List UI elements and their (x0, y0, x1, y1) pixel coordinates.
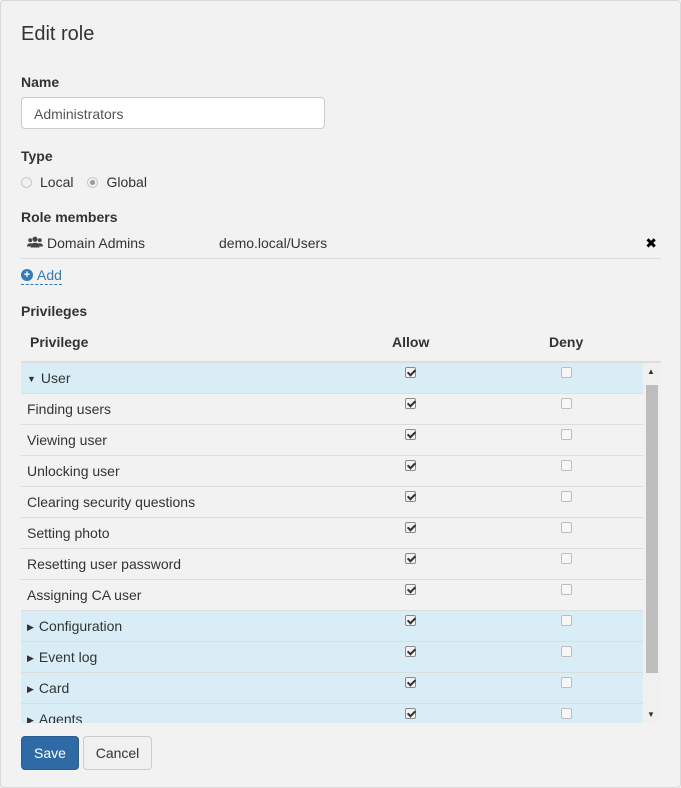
type-local-label[interactable]: Local (40, 174, 73, 190)
privilege-label-text: Event log (38, 649, 98, 665)
caret-right-icon[interactable]: ▶ (27, 622, 34, 633)
privilege-label-text: Assigning CA user (27, 587, 142, 603)
allow-checkbox[interactable] (405, 367, 416, 378)
privilege-label: Setting photo (27, 525, 110, 541)
privilege-label-text: Setting photo (27, 525, 110, 541)
allow-checkbox[interactable] (405, 646, 416, 657)
privilege-group-row[interactable]: ▶ Event log (21, 642, 643, 673)
scroll-down-icon[interactable]: ▼ (647, 710, 655, 719)
allow-checkbox[interactable] (405, 398, 416, 409)
edit-role-dialog: Edit role Name Administrators Type Local… (0, 0, 681, 788)
privilege-label: ▶ Configuration (27, 618, 122, 634)
allow-checkbox[interactable] (405, 491, 416, 502)
privilege-label-text: Clearing security questions (27, 494, 196, 510)
privilege-label-text: Unlocking user (27, 463, 120, 479)
privilege-label: ▶ Agents (27, 711, 83, 723)
deny-checkbox[interactable] (561, 708, 572, 719)
caret-right-icon[interactable]: ▶ (27, 715, 34, 723)
allow-checkbox[interactable] (405, 522, 416, 533)
deny-checkbox[interactable] (561, 398, 572, 409)
allow-checkbox[interactable] (405, 553, 416, 564)
role-members-label: Role members (21, 209, 118, 225)
privilege-row: Assigning CA user (21, 580, 643, 611)
privilege-label-text: Viewing user (27, 432, 107, 448)
privilege-group-row[interactable]: ▶ Card (21, 673, 643, 704)
name-label: Name (21, 74, 60, 90)
privilege-label: Clearing security questions (27, 494, 195, 510)
close-icon[interactable]: ✖ (645, 235, 657, 252)
allow-checkbox[interactable] (405, 615, 416, 626)
member-path: demo.local/Users (219, 235, 328, 251)
privilege-row: Clearing security questions (21, 487, 643, 518)
privilege-label: ▶ Card (27, 680, 69, 696)
member-name: Domain Admins (47, 235, 146, 251)
privilege-row: Resetting user password (21, 549, 643, 580)
deny-checkbox[interactable] (561, 491, 572, 502)
deny-checkbox[interactable] (561, 522, 572, 533)
privilege-label: ▼ User (27, 370, 70, 386)
privilege-label: Assigning CA user (27, 587, 141, 603)
privilege-label-text: Configuration (38, 618, 123, 634)
type-global-label[interactable]: Global (106, 174, 146, 190)
privilege-label-text: Finding users (27, 401, 112, 417)
column-allow: Allow (392, 334, 430, 350)
privilege-label-text: User (40, 370, 71, 386)
dialog-title: Edit role (21, 23, 95, 45)
scroll-up-icon[interactable]: ▲ (647, 367, 655, 376)
caret-right-icon[interactable]: ▶ (27, 653, 34, 664)
privilege-row: Finding users (21, 394, 643, 425)
privilege-row: Setting photo (21, 518, 643, 549)
allow-checkbox[interactable] (405, 429, 416, 440)
plus-circle-icon: + (21, 269, 33, 281)
privilege-label: Unlocking user (27, 463, 120, 479)
privilege-label: Viewing user (27, 432, 107, 448)
deny-checkbox[interactable] (561, 553, 572, 564)
cancel-button[interactable]: Cancel (83, 736, 152, 770)
caret-down-icon[interactable]: ▼ (27, 374, 36, 384)
privilege-label: ▶ Event log (27, 649, 97, 665)
column-privilege: Privilege (30, 334, 89, 350)
deny-checkbox[interactable] (561, 584, 572, 595)
type-label: Type (21, 148, 53, 164)
privilege-row: Unlocking user (21, 456, 643, 487)
privileges-label: Privileges (21, 303, 88, 319)
allow-checkbox[interactable] (405, 677, 416, 688)
privilege-row: Viewing user (21, 425, 643, 456)
deny-checkbox[interactable] (561, 460, 572, 471)
table-scrollbar[interactable]: ▲ ▼ (643, 363, 661, 723)
allow-checkbox[interactable] (405, 460, 416, 471)
privilege-group-row[interactable]: ▼ User (21, 363, 643, 394)
type-global-radio[interactable] (87, 176, 99, 188)
type-radio-group: Local Global (21, 173, 161, 191)
add-member-label: Add (37, 267, 62, 283)
caret-right-icon[interactable]: ▶ (27, 684, 34, 695)
scroll-thumb[interactable] (646, 385, 658, 673)
privilege-group-row[interactable]: ▶ Agents (21, 704, 643, 723)
type-local-radio[interactable] (21, 176, 32, 188)
privilege-label: Finding users (27, 401, 111, 417)
privilege-label: Resetting user password (27, 556, 181, 572)
privilege-label-text: Card (38, 680, 70, 696)
privilege-group-row[interactable]: ▶ Configuration (21, 611, 643, 642)
privilege-label-text: Agents (38, 711, 83, 723)
name-input[interactable]: Administrators (21, 97, 325, 129)
column-deny: Deny (549, 334, 584, 350)
privilege-label-text: Resetting user password (27, 556, 182, 572)
privileges-table-header: Privilege Allow Deny (21, 334, 643, 356)
deny-checkbox[interactable] (561, 615, 572, 626)
add-member-link[interactable]: + Add (21, 267, 62, 285)
users-icon (27, 236, 43, 252)
save-button[interactable]: Save (21, 736, 79, 770)
allow-checkbox[interactable] (405, 584, 416, 595)
member-row: Domain Admins demo.local/Users ✖ (21, 230, 661, 259)
privileges-table: ▼ User Finding users Viewing user Unlocking … (21, 361, 661, 723)
deny-checkbox[interactable] (561, 646, 572, 657)
deny-checkbox[interactable] (561, 367, 572, 378)
deny-checkbox[interactable] (561, 429, 572, 440)
allow-checkbox[interactable] (405, 708, 416, 719)
deny-checkbox[interactable] (561, 677, 572, 688)
